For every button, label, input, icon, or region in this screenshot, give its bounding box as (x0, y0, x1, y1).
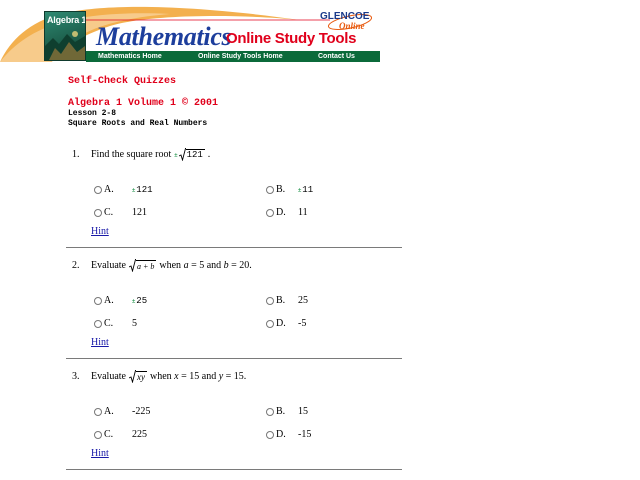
hint-link[interactable]: Hint (91, 448, 109, 459)
question-number: 3. (72, 371, 80, 382)
book-title-line: Algebra 1 Volume 1 © 2001 (68, 98, 219, 109)
question-prompt: Evaluate (91, 371, 126, 382)
question-number: 1. (72, 149, 80, 160)
question-2: 2. Evaluate a + b when a = 5 and b = 20.… (0, 259, 640, 369)
question-text: 2. Evaluate a + b when a = 5 and b = 20. (72, 259, 252, 272)
radio-button[interactable] (266, 296, 274, 305)
option-c[interactable]: C. 121 (94, 207, 147, 218)
radio-button[interactable] (266, 319, 274, 328)
option-a[interactable]: A. -225 (94, 406, 150, 417)
option-b[interactable]: B. 25 (266, 295, 308, 306)
question-divider (66, 247, 402, 248)
radio-button[interactable] (266, 407, 274, 416)
hint-link[interactable]: Hint (91, 337, 109, 348)
section-title: Self-Check Quizzes (68, 76, 177, 87)
square-root-expression: a + b (128, 259, 157, 272)
prompt-suffix: . (207, 149, 211, 160)
mathematics-title: Mathematics (96, 22, 232, 51)
plus-minus-sign: ± (174, 152, 178, 159)
square-root-expression: xy (128, 370, 147, 383)
question-text: 1. Find the square root ± 121 . (72, 148, 210, 161)
question-3: 3. Evaluate xy when x = 15 and y = 15. A… (0, 370, 640, 480)
radio-button[interactable] (266, 208, 274, 217)
online-logo-text: Online (339, 21, 365, 31)
radio-button[interactable] (94, 319, 102, 328)
option-a[interactable]: A. ±25 (94, 295, 147, 306)
radio-button[interactable] (266, 430, 274, 439)
option-c[interactable]: C. 5 (94, 318, 137, 329)
radicand: a + b (135, 259, 157, 271)
option-a[interactable]: A. ±121 (94, 184, 153, 195)
question-prompt: Evaluate (91, 260, 126, 271)
radio-button[interactable] (94, 208, 102, 217)
nav-online-study-tools-home[interactable]: Online Study Tools Home (198, 51, 283, 62)
question-text: 3. Evaluate xy when x = 15 and y = 15. (72, 370, 247, 383)
radio-button[interactable] (94, 185, 102, 194)
radio-button[interactable] (94, 296, 102, 305)
option-d[interactable]: D. -15 (266, 429, 311, 440)
radio-button[interactable] (94, 407, 102, 416)
question-divider (66, 469, 402, 470)
option-c[interactable]: C. 225 (94, 429, 147, 440)
algebra-book-cover: Algebra 1 (44, 11, 86, 61)
radicand: 121 (185, 148, 205, 160)
question-prompt: Find the square root (91, 149, 172, 160)
book-cover-title: Algebra 1 (47, 15, 86, 25)
topic-line: Square Roots and Real Numbers (68, 119, 208, 128)
glencoe-online-logo[interactable]: GLENCOE Online (316, 10, 372, 34)
option-b[interactable]: B. 15 (266, 406, 308, 417)
question-1: 1. Find the square root ± 121 . A. ±121 … (0, 148, 640, 258)
option-d[interactable]: D. -5 (266, 318, 306, 329)
radicand: xy (135, 370, 147, 382)
radical-sign-icon (128, 370, 136, 383)
nav-contact-us[interactable]: Contact Us (318, 51, 355, 62)
option-b[interactable]: B. ±11 (266, 184, 313, 195)
radio-button[interactable] (266, 185, 274, 194)
radical-sign-icon (128, 259, 136, 272)
radical-sign-icon (178, 148, 186, 161)
radio-button[interactable] (94, 430, 102, 439)
site-header: Algebra 1 Mathematics Online Study Tools… (0, 0, 640, 64)
book-cover-art (45, 31, 85, 60)
question-number: 2. (72, 260, 80, 271)
top-nav-bar: Mathematics Home Online Study Tools Home… (86, 51, 380, 62)
square-root-expression: ± 121 (174, 148, 205, 161)
nav-mathematics-home[interactable]: Mathematics Home (98, 51, 162, 62)
hint-link[interactable]: Hint (91, 226, 109, 237)
lesson-line: Lesson 2-8 (68, 109, 117, 118)
option-d[interactable]: D. 11 (266, 207, 308, 218)
question-divider (66, 358, 402, 359)
